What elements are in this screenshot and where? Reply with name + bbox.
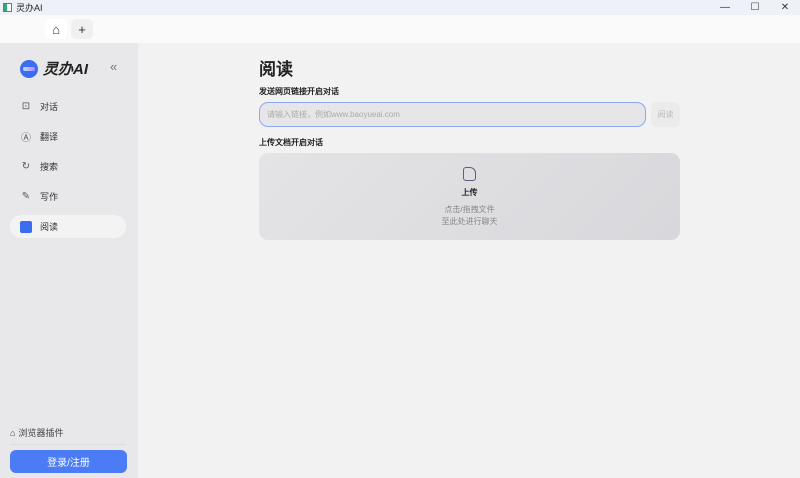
minimize-button[interactable]: — <box>710 0 740 15</box>
sidebar: 灵办AI « ⊡ 对话 Ⓐ 翻译 ↻ 搜索 ✎ 写作 阅读 ⌂ 浏览器插件 登录/注册 <box>0 43 138 478</box>
divider <box>10 444 126 445</box>
upload-section-label: 上传文档开启对话 <box>259 138 323 147</box>
brand-logo: 灵办AI <box>20 58 88 79</box>
search-icon: ↻ <box>21 161 31 172</box>
browser-plugin-link[interactable]: ⌂ 浏览器插件 <box>10 426 63 439</box>
sidebar-item-chat[interactable]: ⊡ 对话 <box>10 95 126 118</box>
home-tab[interactable]: ⌂ <box>45 19 67 39</box>
collapse-sidebar-icon[interactable]: « <box>110 59 117 74</box>
page-title: 阅读 <box>259 60 293 79</box>
sidebar-item-label: 写作 <box>40 192 59 202</box>
plus-icon: + <box>78 21 86 37</box>
translate-icon: Ⓐ <box>21 133 31 144</box>
sidebar-item-search[interactable]: ↻ 搜索 <box>10 155 126 178</box>
new-tab-button[interactable]: + <box>71 19 93 39</box>
sidebar-item-label: 对话 <box>40 102 59 112</box>
upload-title: 上传 <box>461 188 478 197</box>
sidebar-item-read[interactable]: 阅读 <box>10 215 126 238</box>
quill-icon: ✎ <box>21 191 31 202</box>
window-title: 灵办AI <box>16 3 43 13</box>
sidebar-item-translate[interactable]: Ⓐ 翻译 <box>10 125 126 148</box>
read-button[interactable]: 阅读 <box>651 102 680 127</box>
close-button[interactable]: ✕ <box>770 0 800 15</box>
document-icon <box>463 167 476 181</box>
brand-name: 灵办AI <box>43 61 89 78</box>
puzzle-icon: ⌂ <box>10 427 16 438</box>
sidebar-item-label: 翻译 <box>40 132 59 142</box>
plugin-label: 浏览器插件 <box>18 428 64 438</box>
chat-icon: ⊡ <box>21 101 31 112</box>
upload-hint: 点击/拖拽文件 <box>444 205 495 214</box>
url-input[interactable]: 请输入链接，例如www.baoyueai.com <box>259 102 646 127</box>
sidebar-item-label: 搜索 <box>40 162 59 172</box>
logo-icon <box>20 59 38 78</box>
title-bar: 灵办AI — ☐ ✕ <box>0 0 800 15</box>
maximize-button[interactable]: ☐ <box>740 0 770 15</box>
url-section-label: 发送网页链接开启对话 <box>259 87 339 96</box>
sidebar-item-label: 阅读 <box>40 222 59 232</box>
tab-bar: ⌂ + <box>0 15 800 43</box>
book-icon <box>20 220 32 233</box>
upload-hint: 至此处进行聊天 <box>441 217 498 226</box>
upload-dropzone[interactable]: 上传 点击/拖拽文件 至此处进行聊天 <box>259 153 680 240</box>
login-button[interactable]: 登录/注册 <box>10 450 127 473</box>
sidebar-item-write[interactable]: ✎ 写作 <box>10 185 126 208</box>
home-icon: ⌂ <box>52 21 60 37</box>
app-icon <box>3 3 12 12</box>
